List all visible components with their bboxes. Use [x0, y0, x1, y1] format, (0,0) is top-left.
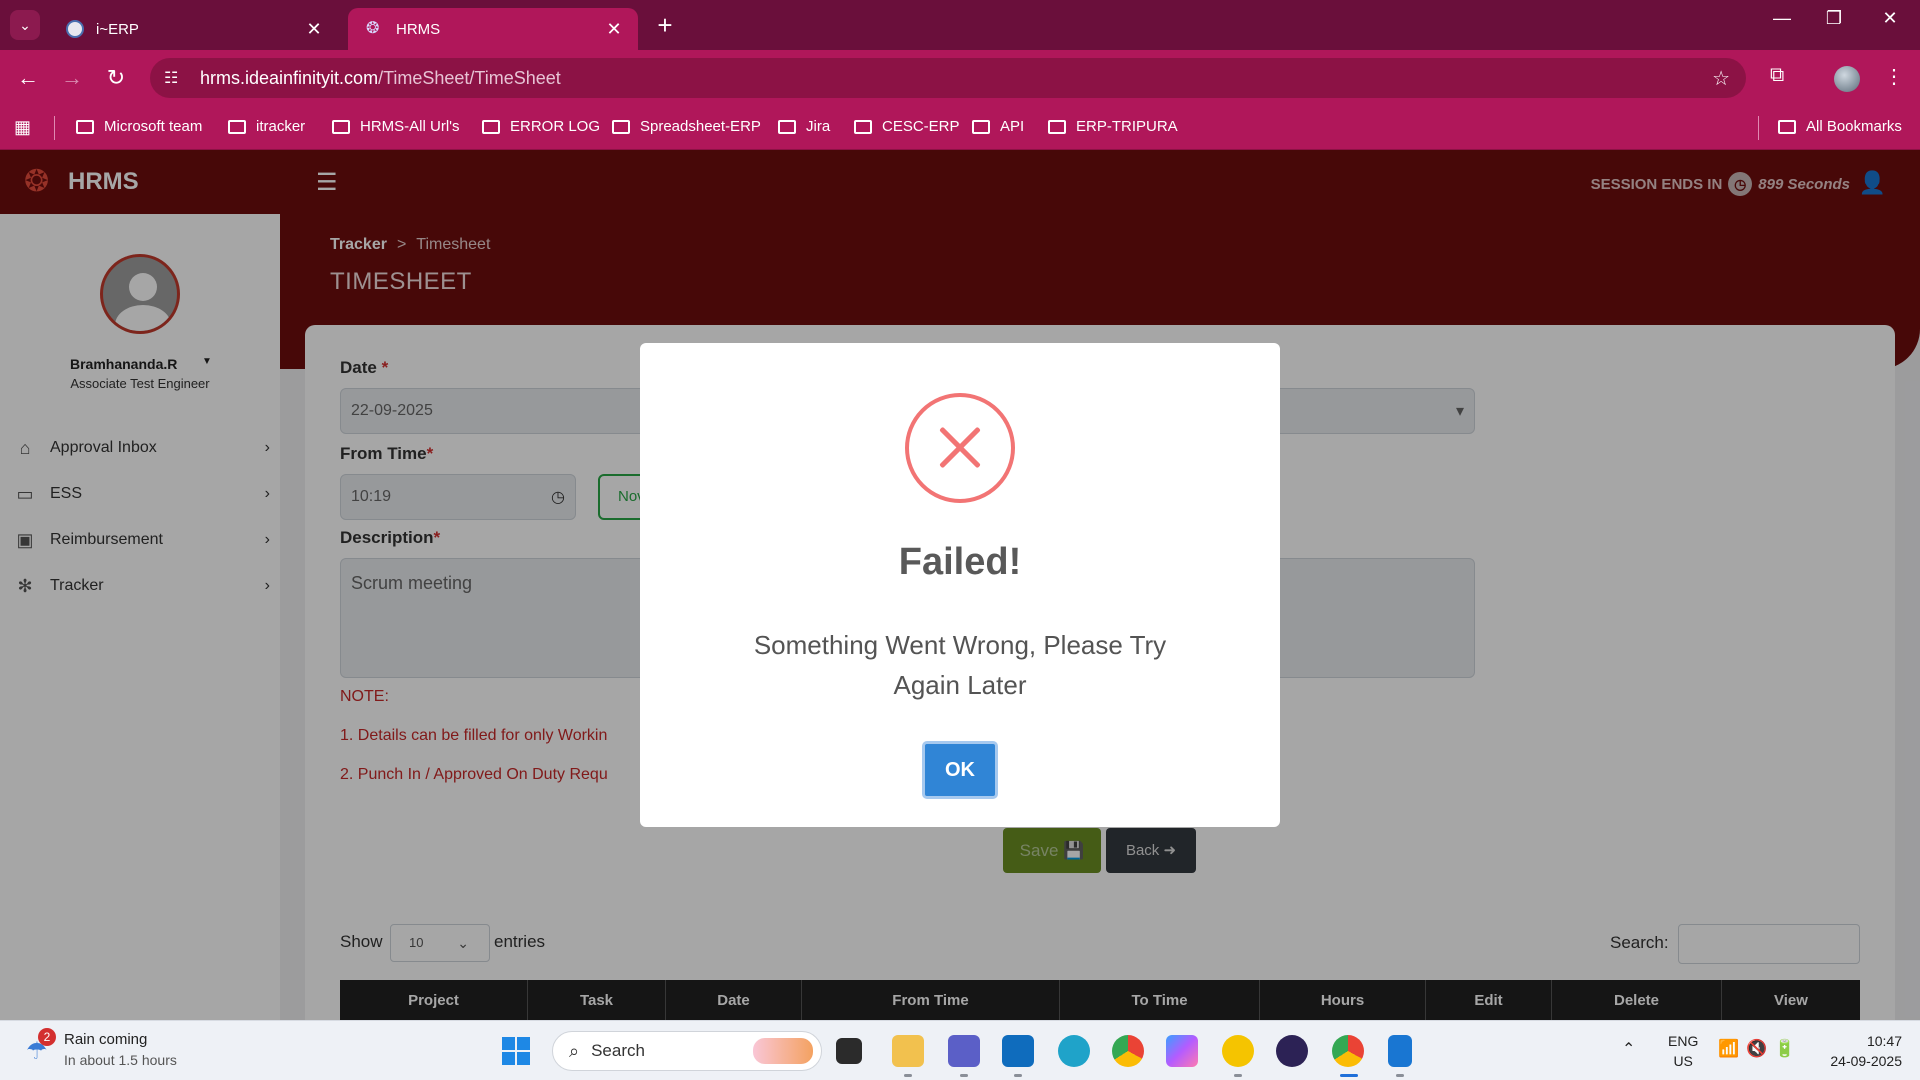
menu-dots-icon[interactable]: ⋮ — [1884, 64, 1904, 89]
divider — [54, 116, 55, 140]
bookmark-hrms-all-urls[interactable]: HRMS-All Url's — [332, 118, 460, 135]
extensions-icon[interactable]: ⧉ — [1770, 64, 1784, 87]
taskbar-clock[interactable]: 10:47 24-09-2025 — [1812, 1031, 1902, 1071]
profile-avatar[interactable] — [1834, 66, 1860, 92]
ierp-favicon-icon — [66, 20, 84, 38]
wifi-icon[interactable]: 📶 — [1718, 1039, 1739, 1059]
speaker-muted-icon[interactable]: 🔇 — [1746, 1039, 1767, 1059]
outlook-icon[interactable] — [1002, 1035, 1034, 1067]
url-text: hrms.ideainfinityit.com/TimeSheet/TimeSh… — [200, 67, 561, 88]
site-info-icon[interactable]: ☷ — [164, 68, 188, 88]
ok-button[interactable]: OK — [922, 741, 998, 799]
bookmark-error-log[interactable]: ERROR LOG — [482, 118, 600, 135]
tab-title: i~ERP — [96, 20, 139, 38]
running-indicator — [1014, 1074, 1022, 1077]
all-bookmarks[interactable]: All Bookmarks — [1778, 118, 1902, 135]
folder-icon — [76, 119, 94, 134]
bookmark-erp-tripura[interactable]: ERP-TRIPURA — [1048, 118, 1178, 135]
copilot-icon[interactable] — [1166, 1035, 1198, 1067]
taskbar-search[interactable]: ⌕ Search — [552, 1031, 822, 1071]
dialog-title: Failed! — [898, 541, 1022, 583]
weather-badge: 2 — [38, 1028, 56, 1046]
tab-search-dropdown[interactable]: ⌄ — [10, 10, 40, 40]
browser-toolbar: ← → ↻ ☷ hrms.ideainfinityit.com/TimeShee… — [0, 50, 1920, 106]
window-close-icon[interactable]: ✕ — [1870, 8, 1910, 29]
tab-ierp[interactable]: i~ERP ✕ — [48, 8, 338, 50]
weather-title[interactable]: Rain coming — [64, 1031, 147, 1048]
reload-icon[interactable]: ↻ — [100, 62, 132, 94]
chevron-down-icon: ⌄ — [19, 16, 31, 33]
dialog-message: Something Went Wrong, Please Try Again L… — [753, 630, 1167, 700]
error-x-icon — [905, 393, 1015, 503]
weather-subtitle: In about 1.5 hours — [64, 1052, 177, 1068]
file-explorer-icon[interactable] — [892, 1035, 924, 1067]
chrome-icon[interactable] — [1112, 1035, 1144, 1067]
edge-icon[interactable] — [1058, 1035, 1090, 1067]
folder-icon — [612, 119, 630, 134]
battery-icon[interactable]: 🔋 — [1774, 1039, 1795, 1059]
windows-start-icon[interactable] — [502, 1037, 530, 1065]
folder-icon — [482, 119, 500, 134]
app-yellow-icon[interactable] — [1222, 1035, 1254, 1067]
bookmark-cesc-erp[interactable]: CESC-ERP — [854, 118, 960, 135]
apps-grid-icon[interactable]: ▦ — [14, 117, 34, 137]
bookmarks-bar: ▦ Microsoft team itracker HRMS-All Url's… — [0, 106, 1920, 150]
folder-icon — [1778, 119, 1796, 134]
close-icon[interactable]: ✕ — [304, 19, 324, 40]
language-indicator[interactable]: ENG US — [1668, 1031, 1698, 1071]
task-view-icon[interactable] — [836, 1038, 862, 1064]
hrms-favicon-icon: ❂ — [366, 20, 380, 37]
notepad-icon[interactable] — [1388, 1035, 1412, 1067]
chrome-active-icon[interactable] — [1332, 1035, 1364, 1067]
minimize-icon[interactable]: — — [1762, 8, 1802, 29]
running-indicator — [1234, 1074, 1242, 1077]
bookmark-jira[interactable]: Jira — [778, 118, 830, 135]
folder-icon — [854, 119, 872, 134]
chevron-up-icon[interactable]: ⌃ — [1622, 1039, 1635, 1059]
divider — [1758, 116, 1759, 140]
bookmark-microsoft-team[interactable]: Microsoft team — [76, 118, 202, 135]
browser-tabstrip: ⌄ i~ERP ✕ ❂ HRMS ✕ + — ❐ ✕ — [0, 0, 1920, 50]
tab-title: HRMS — [396, 20, 441, 38]
error-dialog: Failed! Something Went Wrong, Please Try… — [640, 343, 1280, 827]
bookmark-itracker[interactable]: itracker — [228, 118, 305, 135]
active-indicator — [1340, 1074, 1358, 1077]
folder-icon — [228, 119, 246, 134]
running-indicator — [960, 1074, 968, 1077]
running-indicator — [904, 1074, 912, 1077]
search-icon: ⌕ — [569, 1040, 580, 1061]
address-bar[interactable]: ☷ hrms.ideainfinityit.com/TimeSheet/Time… — [150, 58, 1746, 98]
restore-icon[interactable]: ❐ — [1814, 8, 1854, 29]
folder-icon — [778, 119, 796, 134]
bookmark-star-icon[interactable]: ☆ — [1712, 66, 1730, 91]
search-highlight-icon — [753, 1038, 813, 1064]
forward-arrow-icon[interactable]: → — [56, 62, 88, 94]
eclipse-icon[interactable] — [1276, 1035, 1308, 1067]
close-icon[interactable]: ✕ — [604, 19, 624, 40]
folder-icon — [332, 119, 350, 134]
folder-icon — [1048, 119, 1066, 134]
folder-icon — [972, 119, 990, 134]
running-indicator — [1396, 1074, 1404, 1077]
new-tab-button[interactable]: + — [650, 10, 680, 40]
bookmark-spreadsheet-erp[interactable]: Spreadsheet-ERP — [612, 118, 761, 135]
back-arrow-icon[interactable]: ← — [12, 62, 44, 94]
taskbar: ☂ 2 Rain coming In about 1.5 hours ⌕ Sea… — [0, 1020, 1920, 1080]
bookmark-api[interactable]: API — [972, 118, 1024, 135]
tab-hrms[interactable]: ❂ HRMS ✕ — [348, 8, 638, 50]
teams-icon[interactable] — [948, 1035, 980, 1067]
